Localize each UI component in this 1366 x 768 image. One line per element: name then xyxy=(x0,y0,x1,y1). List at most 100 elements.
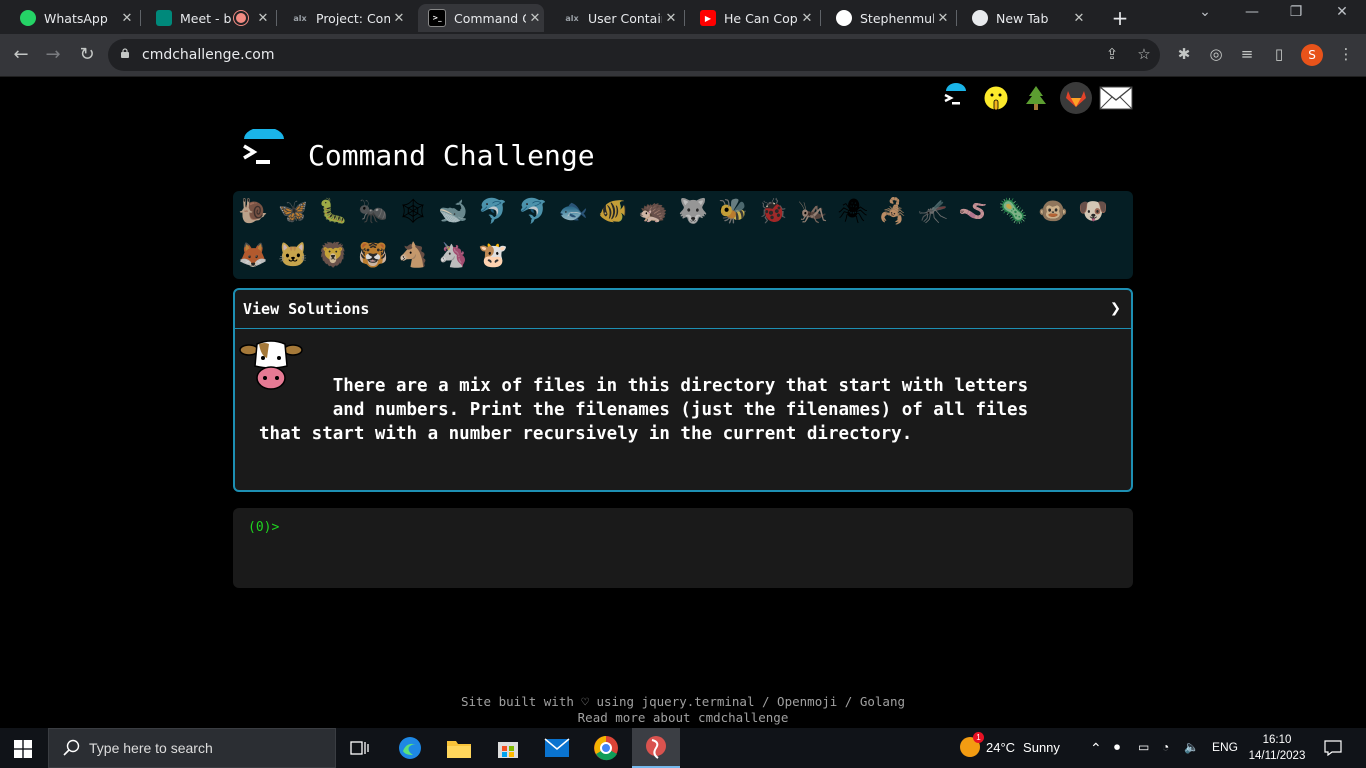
tab-title[interactable]: He Can Copy xyxy=(724,11,798,26)
tab-title[interactable]: Stephenmuh xyxy=(860,11,934,26)
close-tab-icon[interactable]: ✕ xyxy=(934,11,952,26)
close-tab-icon[interactable]: ✕ xyxy=(526,11,544,26)
challenge-animal-icon[interactable]: 🦗 xyxy=(798,196,828,226)
search-placeholder[interactable]: Type here to search xyxy=(89,740,213,756)
active-app-icon[interactable] xyxy=(632,728,680,768)
forward-button[interactable]: → xyxy=(42,44,64,66)
side-panel-icon[interactable]: ▯ xyxy=(1269,45,1289,65)
mail-app-icon[interactable] xyxy=(533,728,581,768)
close-tab-icon[interactable]: ✕ xyxy=(1070,11,1088,26)
challenge-animal-icon[interactable]: 🪱 xyxy=(958,196,988,226)
challenge-animal-icon[interactable]: 🐟 xyxy=(558,196,588,226)
weather-widget[interactable]: 1 24°C Sunny xyxy=(960,732,1060,757)
chevron-up-icon[interactable]: ⌃ xyxy=(1090,740,1102,757)
tab-title[interactable]: New Tab xyxy=(996,11,1070,26)
tab-title[interactable]: Project: Com xyxy=(316,11,390,26)
lock-icon[interactable] xyxy=(120,48,130,58)
tab-title[interactable]: Meet - b xyxy=(180,11,234,26)
challenge-animal-icon[interactable]: 🦔 xyxy=(638,196,668,226)
close-tab-icon[interactable]: ✕ xyxy=(662,11,680,26)
challenge-animal-icon[interactable]: 🦄 xyxy=(438,240,468,270)
tab-search-chevron-icon[interactable]: ⌄ xyxy=(1195,4,1215,20)
bookmark-star-icon[interactable]: ☆ xyxy=(1134,45,1154,65)
edge-icon[interactable] xyxy=(386,728,434,768)
mail-icon[interactable] xyxy=(1098,81,1134,115)
new-tab-button[interactable]: + xyxy=(1110,6,1130,30)
challenge-animal-icon[interactable]: 🦋 xyxy=(278,196,308,226)
notification-icon[interactable] xyxy=(1324,740,1342,756)
challenge-animal-icon[interactable]: 🐌 xyxy=(238,196,268,226)
battery-icon[interactable]: ▭ xyxy=(1138,740,1149,754)
tab-3[interactable]: >_ Command C ✕ xyxy=(418,4,544,32)
challenge-animal-icon[interactable]: 🐜 xyxy=(358,196,388,226)
volume-icon[interactable]: 🔈 xyxy=(1184,740,1199,754)
extension-icon[interactable]: ◎ xyxy=(1206,45,1226,65)
close-tab-icon[interactable]: ✕ xyxy=(254,11,272,26)
challenge-animal-icon[interactable]: 🦁 xyxy=(318,240,348,270)
challenge-animal-icon[interactable]: 🐛 xyxy=(318,196,348,226)
challenge-animal-icon[interactable]: 🕷 xyxy=(838,196,868,226)
challenge-animal-icon[interactable]: 🐱 xyxy=(278,240,308,270)
challenge-animal-icon[interactable]: 🐝 xyxy=(718,196,748,226)
challenge-animal-icon[interactable]: 🦂 xyxy=(878,196,908,226)
back-button[interactable]: ← xyxy=(10,44,32,66)
tab-5[interactable]: ▶ He Can Copy ✕ xyxy=(690,4,816,32)
close-tab-icon[interactable]: ✕ xyxy=(798,11,816,26)
tab-title[interactable]: User Contain xyxy=(588,11,662,26)
challenge-animal-icon[interactable]: 🐴 xyxy=(398,240,428,270)
chrome-menu-icon[interactable]: ⋮ xyxy=(1336,45,1356,65)
challenge-animal-icon[interactable]: 🐠 xyxy=(598,196,628,226)
address-bar[interactable]: cmdchallenge.com ⇪ ☆ xyxy=(108,39,1160,71)
meet-now-icon[interactable]: ⏺ xyxy=(1114,740,1120,755)
reload-button[interactable]: ↻ xyxy=(76,44,98,66)
share-icon[interactable]: ⇪ xyxy=(1102,45,1122,65)
tab-0[interactable]: WhatsApp ✕ xyxy=(10,4,136,32)
challenge-animal-icon[interactable]: 🐞 xyxy=(758,196,788,226)
tab-7[interactable]: New Tab ✕ xyxy=(962,4,1088,32)
tab-4[interactable]: alx User Contain ✕ xyxy=(554,4,680,32)
challenge-animal-icon[interactable]: 🦊 xyxy=(238,240,268,270)
chevron-right-icon[interactable]: ❯ xyxy=(1110,298,1121,319)
tab-2[interactable]: alx Project: Com ✕ xyxy=(282,4,408,32)
tab-title[interactable]: Command C xyxy=(454,11,526,26)
language-indicator[interactable]: ENG xyxy=(1212,740,1238,754)
view-solutions-label[interactable]: View Solutions xyxy=(243,300,369,318)
terminal[interactable]: (0)> xyxy=(233,508,1133,588)
challenge-animal-icon[interactable]: 🐬 xyxy=(518,196,548,226)
tab-1[interactable]: Meet - b ✕ xyxy=(146,4,272,32)
close-window-button[interactable]: ✕ xyxy=(1332,4,1352,20)
file-explorer-icon[interactable] xyxy=(435,728,483,768)
chrome-taskbar-icon[interactable] xyxy=(582,728,630,768)
challenge-animal-icon[interactable]: 🕸 xyxy=(398,196,428,226)
extensions-icon[interactable]: ✱ xyxy=(1174,45,1194,65)
challenge-animal-icon[interactable]: 🦠 xyxy=(998,196,1028,226)
close-tab-icon[interactable]: ✕ xyxy=(390,11,408,26)
close-tab-icon[interactable]: ✕ xyxy=(118,11,136,26)
challenge-animal-icon[interactable]: 🐬 xyxy=(478,196,508,226)
challenge-animal-icon[interactable]: 🐋 xyxy=(438,196,468,226)
terminal-prompt[interactable]: (0)> xyxy=(248,520,279,535)
shushing-face-icon[interactable] xyxy=(978,81,1014,115)
challenge-animal-icon[interactable]: 🐯 xyxy=(358,240,388,270)
clock[interactable]: 16:10 14/11/2023 xyxy=(1248,732,1306,764)
url-text[interactable]: cmdchallenge.com xyxy=(142,47,275,63)
challenge-animal-icon[interactable]: 🐺 xyxy=(678,196,708,226)
challenge-animal-icon[interactable]: 🐮 xyxy=(478,240,508,270)
terminal-icon[interactable] xyxy=(938,81,974,115)
challenge-animal-icon[interactable]: 🦟 xyxy=(918,196,948,226)
tree-icon[interactable] xyxy=(1018,81,1054,115)
tab-6[interactable]: Stephenmuh ✕ xyxy=(826,4,952,32)
profile-avatar[interactable]: S xyxy=(1301,44,1323,66)
restore-button[interactable]: ❐ xyxy=(1286,4,1306,20)
tab-title[interactable]: WhatsApp xyxy=(44,11,118,26)
challenge-animal-icon[interactable]: 🐵 xyxy=(1038,196,1068,226)
task-view-icon[interactable] xyxy=(336,728,384,768)
windows-start-icon[interactable] xyxy=(14,740,32,758)
challenge-animal-icon[interactable]: 🐶 xyxy=(1078,196,1108,226)
media-controls-icon[interactable]: ≡ xyxy=(1237,45,1257,65)
footer-credits[interactable]: Site built with ♡ using jquery.terminal … xyxy=(0,694,1366,710)
taskbar-search[interactable]: Type here to search xyxy=(48,728,336,768)
wifi-icon[interactable]: ◔ xyxy=(1162,740,1169,754)
microsoft-store-icon[interactable] xyxy=(484,728,532,768)
minimize-button[interactable]: — xyxy=(1242,4,1262,20)
